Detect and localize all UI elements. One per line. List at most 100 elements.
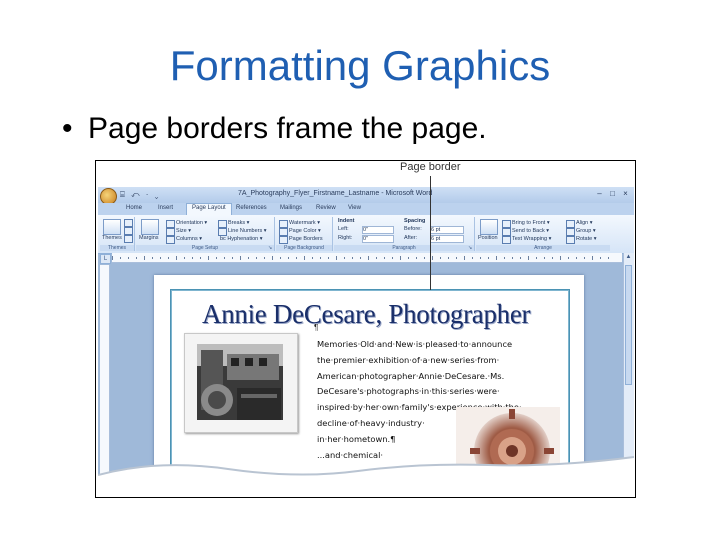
ruler-tick: [208, 256, 209, 260]
paragraph-launcher-icon[interactable]: ↘: [468, 246, 473, 251]
industrial-photo[interactable]: [197, 344, 283, 420]
ruler-tick: [408, 257, 409, 259]
indent-right-input[interactable]: 0": [362, 235, 394, 243]
tab-page-layout[interactable]: Page Layout: [186, 203, 232, 215]
tab-home[interactable]: Home: [126, 205, 142, 211]
horizontal-ruler[interactable]: [112, 253, 622, 263]
ruler-tick: [592, 256, 593, 260]
slide-title: Formatting Graphics: [169, 42, 551, 89]
quick-access-toolbar[interactable]: ⌸ ↶ · ⌄: [120, 190, 160, 200]
rotate-button[interactable]: Rotate ▾: [576, 236, 597, 242]
ruler-tick: [552, 257, 553, 259]
page-color-button[interactable]: Page Color ▾: [289, 228, 321, 234]
page-background-group-label: Page Background: [276, 245, 332, 251]
margins-icon[interactable]: [141, 219, 159, 235]
spacing-before-label: Before:: [404, 226, 422, 232]
minimize-button[interactable]: –: [594, 189, 605, 199]
tab-selector[interactable]: L: [100, 254, 111, 264]
photo-frame[interactable]: [184, 333, 298, 433]
scroll-up-arrow-icon[interactable]: ▲: [625, 254, 632, 261]
tab-insert[interactable]: Insert: [158, 205, 173, 211]
ruler-tick: [336, 256, 337, 260]
margins-button[interactable]: Margins: [139, 235, 159, 241]
paragraph-group: Indent Left: 0" Right: 0" Spacing Before…: [334, 217, 475, 251]
ruler-tick: [264, 257, 265, 259]
themes-button[interactable]: Themes: [102, 235, 122, 241]
ruler-tick: [568, 257, 569, 259]
ruler-tick: [176, 256, 177, 260]
arrange-group-label: Arrange: [476, 245, 610, 251]
tab-mailings[interactable]: Mailings: [280, 205, 302, 211]
ruler-tick: [304, 256, 305, 260]
hyphenation-button[interactable]: bc Hyphenation ▾: [220, 236, 263, 242]
theme-effects-icon[interactable]: [124, 235, 133, 243]
scroll-thumb[interactable]: [625, 265, 632, 385]
text-wrapping-button[interactable]: Text Wrapping ▾: [512, 236, 551, 242]
themes-icon[interactable]: [103, 219, 121, 235]
tab-review[interactable]: Review: [316, 205, 336, 211]
indent-heading: Indent: [338, 218, 355, 224]
ruler-tick: [424, 257, 425, 259]
spacing-before-input[interactable]: 6 pt: [430, 226, 464, 234]
paragraph-mark: ¶: [314, 323, 319, 332]
page-color-icon: [279, 228, 288, 236]
spacing-after-label: After:: [404, 235, 418, 241]
screenshot-frame: ⌸ ↶ · ⌄ 7A_Photography_Flyer_Firstname_L…: [95, 160, 636, 498]
align-button[interactable]: Align ▾: [576, 220, 593, 226]
ruler-tick: [440, 257, 441, 259]
ruler-tick: [344, 257, 345, 259]
ruler-tick: [400, 256, 401, 260]
body-line: DeCesare's·photographs·in·this·series·we…: [317, 386, 500, 397]
page-borders-button[interactable]: Page Borders: [289, 236, 323, 242]
position-button[interactable]: Position: [478, 235, 498, 241]
indent-left-input[interactable]: 0": [362, 226, 394, 234]
ruler-tick: [120, 257, 121, 259]
ruler-tick: [312, 257, 313, 259]
page-setup-group-label: Page Setup: [136, 245, 274, 251]
ruler-tick: [168, 257, 169, 259]
theme-fonts-icon[interactable]: [124, 227, 133, 235]
close-button[interactable]: ×: [620, 189, 631, 199]
ruler-tick: [152, 257, 153, 259]
document-heading[interactable]: Annie DeCesare, Photographer: [202, 299, 531, 330]
group-button[interactable]: Group ▾: [576, 228, 596, 234]
ruler-tick: [288, 257, 289, 259]
line-numbers-button[interactable]: Line Numbers ▾: [228, 228, 267, 234]
maximize-button[interactable]: □: [607, 189, 618, 199]
tab-view[interactable]: View: [348, 205, 361, 211]
bullet-item: • Page borders frame the page.: [62, 112, 487, 146]
columns-icon: [166, 236, 175, 244]
page-setup-launcher-icon[interactable]: ↘: [268, 246, 273, 251]
columns-button[interactable]: Columns ▾: [176, 236, 202, 242]
watermark-button[interactable]: Watermark ▾: [289, 220, 320, 226]
tab-references[interactable]: References: [236, 205, 267, 211]
ruler-tick: [432, 256, 433, 260]
ruler-tick: [128, 257, 129, 259]
spacing-after-input[interactable]: 6 pt: [430, 235, 464, 243]
ruler-tick: [256, 257, 257, 259]
position-icon[interactable]: [480, 219, 498, 235]
size-button[interactable]: Size ▾: [176, 228, 191, 234]
page-borders-icon: [279, 236, 288, 244]
ruler-tick: [600, 257, 601, 259]
theme-colors-icon[interactable]: [124, 219, 133, 227]
ruler-tick: [504, 257, 505, 259]
window-title: 7A_Photography_Flyer_Firstname_Lastname …: [238, 190, 433, 197]
callout-leader-line: [430, 176, 431, 290]
watermark-icon: [279, 220, 288, 228]
rotate-icon: [566, 236, 575, 244]
ruler-tick: [528, 256, 529, 260]
ruler-tick: [200, 257, 201, 259]
bullet-dot: •: [62, 112, 73, 145]
breaks-button[interactable]: Breaks ▾: [228, 220, 249, 226]
group-icon: [566, 228, 575, 236]
line-numbers-icon: [218, 228, 227, 236]
ruler-tick: [544, 257, 545, 259]
page-border-callout: Page border: [400, 161, 461, 173]
ruler-tick: [280, 257, 281, 259]
send-to-back-button[interactable]: Send to Back ▾: [512, 228, 549, 234]
bring-to-front-button[interactable]: Bring to Front ▾: [512, 220, 550, 226]
orientation-button[interactable]: Orientation ▾: [176, 220, 207, 226]
ruler-tick: [496, 256, 497, 260]
ruler-tick: [512, 257, 513, 259]
